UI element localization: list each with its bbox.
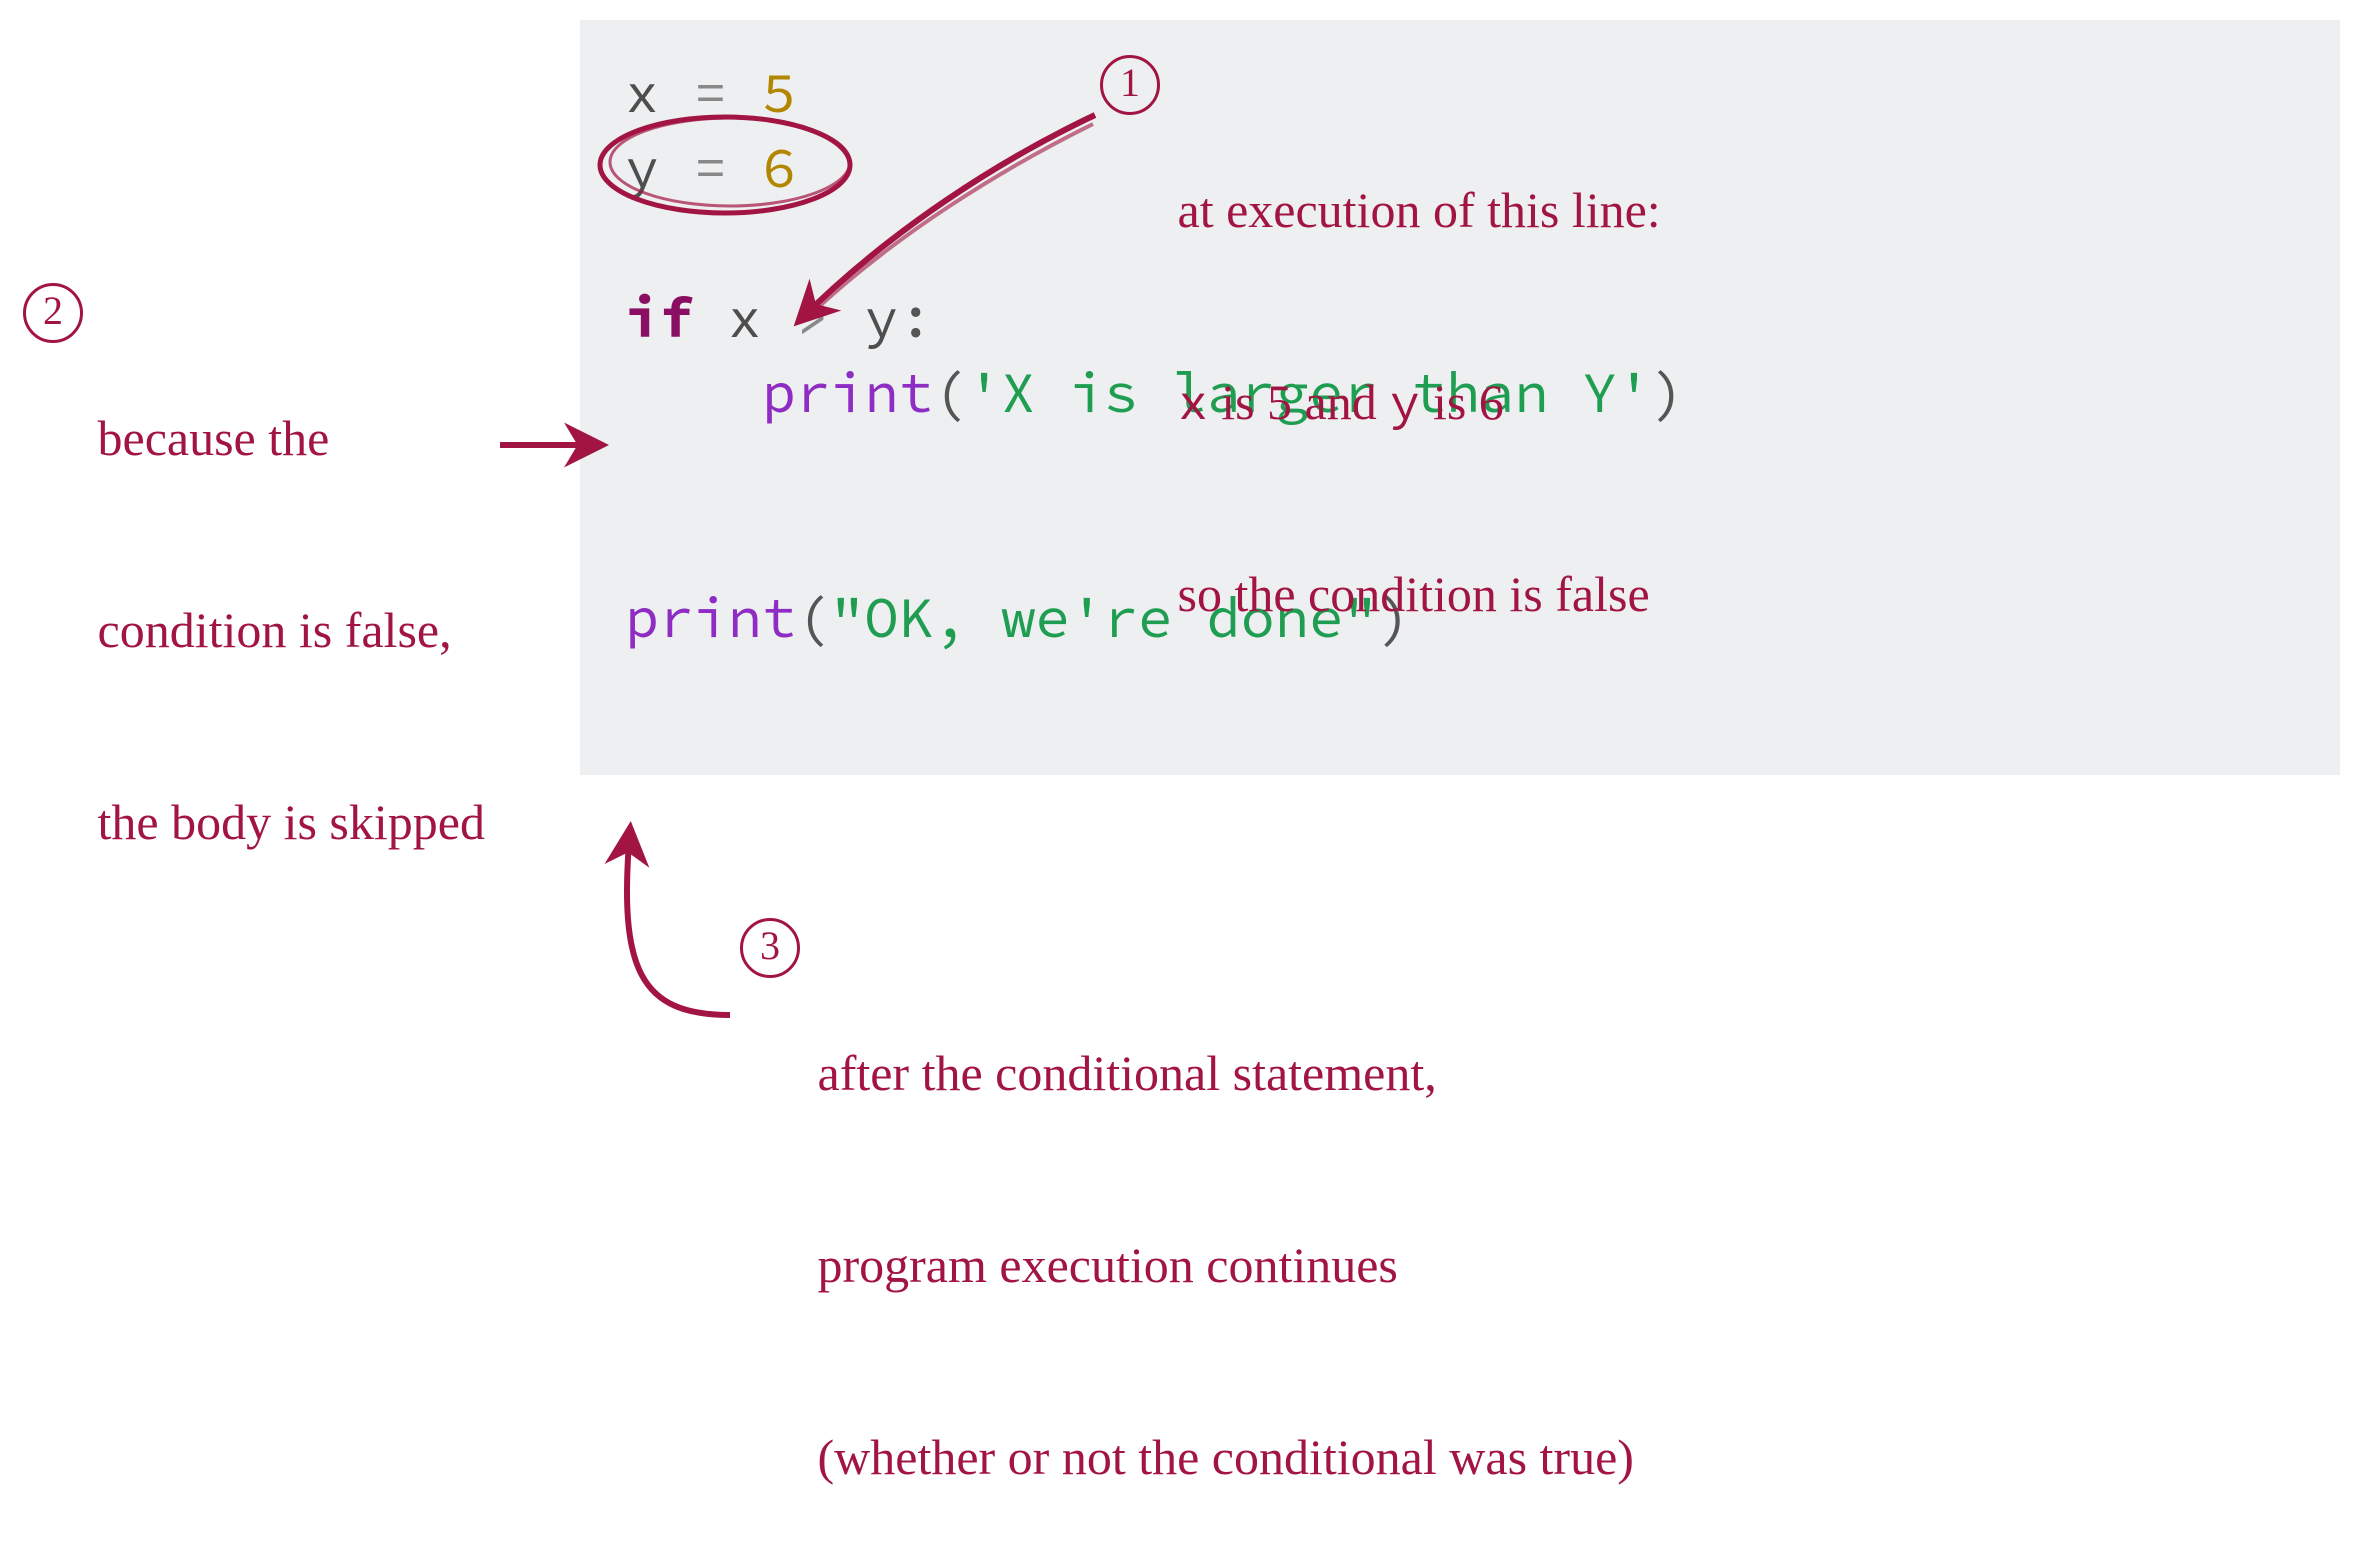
annotation-1: at execution of this line: x is 5 and y … [1165, 50, 1661, 690]
token-keyword-if: if [625, 281, 693, 353]
annotation-3-line3: (whether or not the conditional was true… [805, 1425, 1634, 1489]
annotation-2-line3: the body is skipped [85, 790, 485, 854]
annotation-1-line1: at execution of this line: [1165, 178, 1661, 242]
token-number-6: 6 [762, 131, 796, 203]
annotation-2-line2: condition is false, [85, 598, 485, 662]
token-fn-print: print [762, 356, 933, 428]
token-colon: : [899, 281, 933, 353]
token-var-y: y [864, 281, 898, 353]
arrow-annotation-3 [627, 830, 730, 1015]
annotation-badge-3: 3 [740, 918, 800, 978]
annotation-inline-y: y [1389, 369, 1420, 434]
token-assign: = [659, 56, 762, 128]
token-lparen: ( [933, 356, 967, 428]
annotation-badge-1: 1 [1100, 55, 1160, 115]
annotation-2: because the condition is false, the body… [85, 278, 485, 918]
token-var-y: y [625, 131, 659, 203]
annotation-1-line3: so the condition is false [1165, 562, 1661, 626]
annotation-3: after the conditional statement, program… [805, 913, 1634, 1553]
annotation-2-line1: because the [85, 406, 485, 470]
annotation-3-line1: after the conditional statement, [805, 1041, 1634, 1105]
token-var-x: x [728, 281, 762, 353]
token-assign: = [659, 131, 762, 203]
token-fn-print: print [625, 581, 796, 653]
annotation-badge-2: 2 [23, 283, 83, 343]
annotation-3-line2: program execution continues [805, 1233, 1634, 1297]
token-number-5: 5 [762, 56, 796, 128]
annotation-inline-x: x [1178, 369, 1209, 434]
token-var-x: x [625, 56, 659, 128]
token-gt: > [762, 281, 865, 353]
token-lparen: ( [796, 581, 830, 653]
annotation-1-line2: x is 5 and y is 6 [1165, 370, 1661, 434]
